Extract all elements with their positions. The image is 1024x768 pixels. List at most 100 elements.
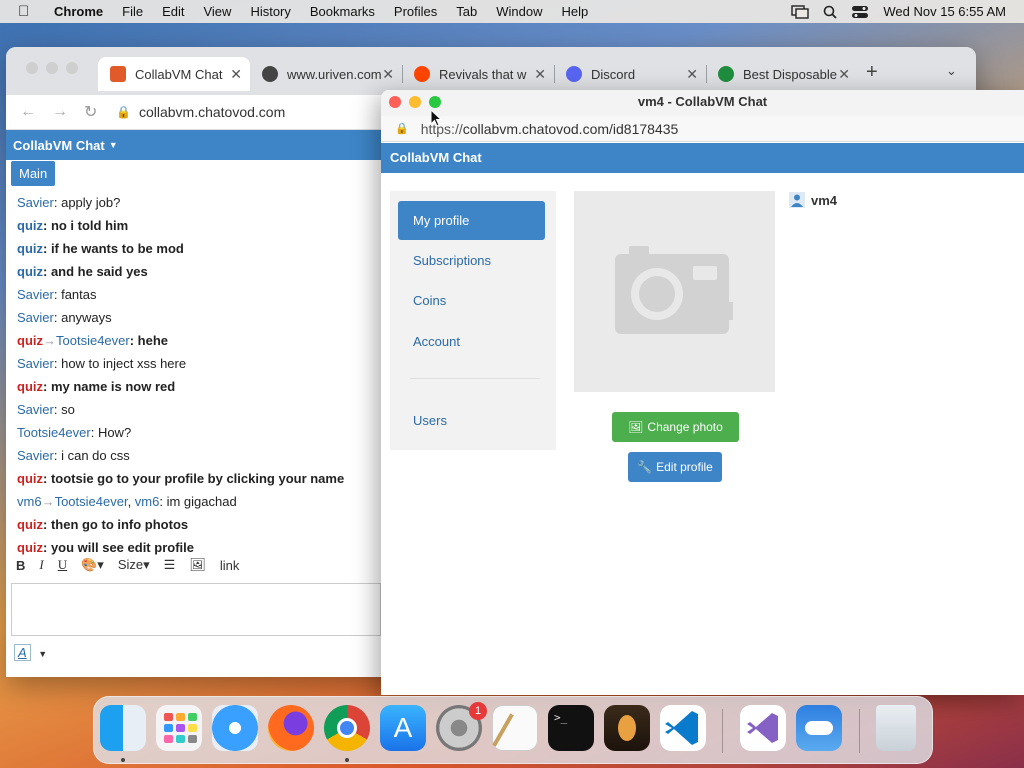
menu-help[interactable]: Help	[562, 4, 589, 19]
chat-text: : no i told him	[43, 218, 129, 233]
chrome-icon[interactable]	[324, 705, 370, 751]
trash-icon[interactable]	[876, 705, 916, 751]
chat-username[interactable]: quiz	[17, 517, 43, 532]
chat-text: : if he wants to be mod	[43, 241, 184, 256]
back-icon[interactable]: ←	[20, 103, 38, 121]
image-icon[interactable]: 🖼	[189, 557, 206, 573]
chat-username[interactable]: vm6	[135, 494, 160, 509]
safari-icon[interactable]	[212, 705, 258, 751]
close-tab-icon[interactable]: ✕	[838, 66, 850, 83]
chat-title-dropdown[interactable]: CollabVM Chat	[13, 138, 105, 153]
menu-users[interactable]: Users	[398, 401, 545, 440]
menu-view[interactable]: View	[203, 4, 231, 19]
menu-window[interactable]: Window	[496, 4, 542, 19]
chat-username[interactable]: Savier	[17, 287, 54, 302]
menu-history[interactable]: History	[250, 4, 290, 19]
chat-message: Savier: so	[17, 398, 387, 421]
chat-username[interactable]: Tootsie4ever	[17, 425, 91, 440]
tab-search-chevron-icon[interactable]: ⌄	[946, 63, 957, 79]
chat-username[interactable]: quiz	[17, 333, 43, 348]
popup-url-bar[interactable]: 🔒 https://collabvm.chatovod.com/id817843…	[381, 116, 1024, 142]
chat-username[interactable]: Tootsie4ever	[55, 494, 128, 509]
bold-button[interactable]: B	[16, 558, 25, 573]
chat-username[interactable]: quiz	[17, 379, 43, 394]
close-tab-icon[interactable]: ✕	[534, 66, 546, 83]
text-color-icon[interactable]: 🎨▾	[81, 557, 104, 573]
address-bar[interactable]: collabvm.chatovod.com	[139, 104, 285, 120]
new-tab-icon[interactable]: +	[866, 61, 878, 84]
menu-subscriptions[interactable]: Subscriptions	[398, 241, 545, 280]
chat-username[interactable]: Savier	[17, 356, 54, 371]
chat-username[interactable]: quiz	[17, 540, 43, 555]
close-tab-icon[interactable]: ✕	[382, 66, 394, 83]
close-tab-icon[interactable]: ✕	[686, 66, 698, 83]
control-center-icon[interactable]	[851, 5, 869, 19]
screen-mirroring-icon[interactable]	[791, 4, 810, 19]
visual-studio-icon[interactable]	[740, 705, 786, 751]
weather-icon[interactable]	[796, 705, 842, 751]
close-popup-button[interactable]	[389, 96, 401, 108]
vscode-icon[interactable]	[660, 705, 706, 751]
tab-best-disposable[interactable]: Best Disposable ✕	[706, 57, 858, 91]
menu-coins[interactable]: Coins	[398, 281, 545, 320]
lock-icon[interactable]: 🔒	[116, 105, 131, 119]
zoom-popup-button[interactable]	[429, 96, 441, 108]
forward-icon[interactable]: →	[52, 103, 70, 121]
font-size-dropdown[interactable]: Size▾	[118, 557, 150, 573]
menu-app-chrome[interactable]: Chrome	[54, 4, 103, 19]
zoom-window-button[interactable]	[66, 62, 78, 74]
message-input[interactable]	[11, 583, 381, 636]
minimize-popup-button[interactable]	[409, 96, 421, 108]
terminal-icon[interactable]: >_	[548, 705, 594, 751]
spotlight-search-icon[interactable]	[823, 5, 838, 19]
menu-tab[interactable]: Tab	[456, 4, 477, 19]
launchpad-icon[interactable]	[156, 705, 202, 751]
chat-username[interactable]: Savier	[17, 402, 54, 417]
apple-icon[interactable]: 	[18, 3, 38, 20]
chat-username[interactable]: quiz	[17, 471, 43, 486]
italic-button[interactable]: I	[39, 557, 43, 573]
menu-my-profile[interactable]: My profile	[398, 201, 545, 240]
globe-icon	[262, 66, 278, 82]
popup-titlebar: vm4 - CollabVM Chat	[381, 90, 1024, 116]
caret-down-icon[interactable]: ▼	[109, 140, 118, 150]
textedit-icon[interactable]	[492, 705, 538, 751]
list-icon[interactable]: ☰	[164, 557, 176, 573]
menu-profiles[interactable]: Profiles	[394, 4, 437, 19]
close-tab-icon[interactable]: ✕	[230, 66, 242, 83]
menu-edit[interactable]: Edit	[162, 4, 184, 19]
tab-uriven[interactable]: www.uriven.com ✕	[250, 57, 402, 91]
chat-text: : How?	[90, 425, 132, 440]
reload-icon[interactable]: ↻	[84, 102, 102, 122]
chat-username[interactable]: vm6	[17, 494, 42, 509]
menu-clock[interactable]: Wed Nov 15 6:55 AM	[883, 4, 1006, 19]
chat-username[interactable]: Savier	[17, 448, 54, 463]
chat-username[interactable]: Tootsie4ever	[56, 333, 130, 348]
chat-username[interactable]: Savier	[17, 195, 54, 210]
tab-discord[interactable]: Discord ✕	[554, 57, 706, 91]
menu-account[interactable]: Account	[398, 322, 545, 361]
app-store-icon[interactable]: A	[380, 705, 426, 751]
minimize-window-button[interactable]	[46, 62, 58, 74]
room-tab-main[interactable]: Main	[11, 161, 56, 186]
chat-username[interactable]: Savier	[17, 310, 54, 325]
chat-message: Savier: apply job?	[17, 191, 387, 214]
change-photo-button[interactable]: 🖼 Change photo	[612, 412, 739, 442]
chat-message: quiz: you will see edit profile	[17, 536, 387, 559]
firefox-icon[interactable]	[268, 705, 314, 751]
chat-username[interactable]: quiz	[17, 218, 43, 233]
underline-button[interactable]: U	[58, 557, 67, 573]
close-window-button[interactable]	[26, 62, 38, 74]
chat-message: quiz: tootsie go to your profile by clic…	[17, 467, 387, 490]
text-format-button[interactable]: A ▼	[14, 644, 47, 661]
chat-username[interactable]: quiz	[17, 264, 43, 279]
tab-revivals[interactable]: Revivals that w ✕	[402, 57, 554, 91]
chat-username[interactable]: quiz	[17, 241, 43, 256]
menu-bookmarks[interactable]: Bookmarks	[310, 4, 375, 19]
edit-profile-button[interactable]: 🔧 Edit profile	[628, 452, 722, 482]
tab-collabvm-chat[interactable]: CollabVM Chat ✕	[98, 57, 250, 91]
link-button[interactable]: link	[220, 558, 240, 573]
menu-file[interactable]: File	[122, 4, 143, 19]
garageband-icon[interactable]	[604, 705, 650, 751]
finder-icon[interactable]	[100, 705, 146, 751]
